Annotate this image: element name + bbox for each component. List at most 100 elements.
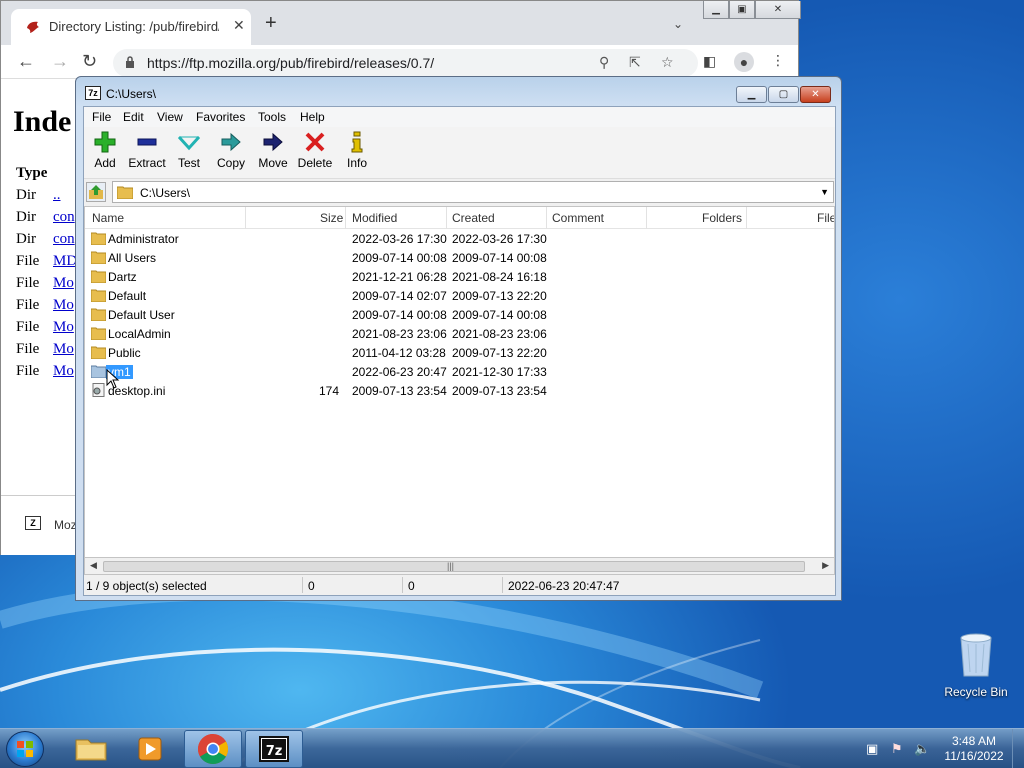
maximize-button[interactable]: ▢ [768,86,799,103]
listing-row: File Mo [16,319,74,335]
taskbar-7zip[interactable]: 7z [245,730,303,768]
horizontal-scrollbar[interactable]: ◀ ||| ▶ [84,558,835,575]
back-icon[interactable]: ← [17,52,35,70]
file-row[interactable]: vm1 2022-06-23 20:47 2021-12-30 17:33 [85,362,834,381]
address-bar[interactable]: https://ftp.mozilla.org/pub/firebird/rel… [113,49,698,77]
file-modified: 2022-06-23 20:47 [352,365,447,379]
close-button[interactable]: ✕ [800,86,831,103]
search-icon[interactable]: ⚲ [599,54,609,71]
listing-link[interactable]: con [53,231,75,248]
delete-button[interactable]: Delete [293,131,337,170]
file-modified: 2011-04-12 03:28 [352,346,446,360]
start-button[interactable] [6,731,44,767]
close-button[interactable]: ✕ [755,1,801,19]
chrome-icon [197,734,229,765]
file-row[interactable]: All Users 2009-07-14 00:08 2009-07-14 00:0… [85,248,834,267]
listing-row: File Mo [16,341,74,357]
col-created[interactable]: Created [452,211,495,227]
menu-tools[interactable]: Tools [258,110,286,124]
test-check-icon [178,135,200,151]
listing-link[interactable]: Mo [53,275,74,292]
menu-dots-icon[interactable]: ⋮ [771,52,785,69]
status-selected: 1 / 9 object(s) selected [86,579,207,593]
side-panel-icon[interactable]: ◧ [703,53,716,70]
taskbar-explorer[interactable] [62,730,120,768]
listing-link[interactable]: .. [53,187,61,204]
toolbar: Add Extract Test Copy Move Delete Info [84,127,835,179]
tab-title: Directory Listing: /pub/firebird/re [49,19,219,34]
scroll-left-icon[interactable]: ◀ [90,560,97,571]
add-icon [94,131,116,153]
extract-button[interactable]: Extract [125,131,169,170]
add-button[interactable]: Add [83,131,127,170]
tab-search-chevron-icon[interactable]: ⌄ [673,17,683,31]
action-center-flag-icon[interactable]: ⚑ [891,741,903,757]
move-button[interactable]: Move [251,131,295,170]
recycle-bin[interactable]: Recycle Bin [940,630,1012,699]
bookmark-star-icon[interactable]: ☆ [661,54,674,71]
network-icon[interactable]: ▣ [866,741,878,757]
listing-link[interactable]: Mo [53,341,74,358]
menu-file[interactable]: File [92,110,111,124]
media-player-icon [138,737,162,761]
show-desktop-button[interactable] [1012,729,1024,768]
listing-link[interactable]: Mo [53,319,74,336]
file-row[interactable]: Dartz 2021-12-21 06:28 2021-08-24 16:18 [85,267,834,286]
col-name[interactable]: Name [92,211,124,227]
col-comment[interactable]: Comment [552,211,604,227]
menu-favorites[interactable]: Favorites [196,110,245,124]
dropdown-arrow-icon[interactable]: ▼ [820,187,829,197]
menu-bar: File Edit View Favorites Tools Help [84,107,835,127]
windows-logo-icon [17,741,33,757]
file-created: 2009-07-14 00:08 [452,251,547,265]
status-bar: 1 / 9 object(s) selected 0 0 2022-06-23 … [84,575,835,595]
share-icon[interactable]: ⇱ [629,54,641,71]
file-modified: 2009-07-14 00:08 [352,308,447,322]
minimize-button[interactable]: ▁ [736,86,767,103]
new-tab-button[interactable]: + [265,13,277,33]
path-input[interactable]: C:\Users\ ▼ [112,181,834,203]
file-row[interactable]: LocalAdmin 2021-08-23 23:06 2021-08-23 23:… [85,324,834,343]
col-files[interactable]: File [817,211,834,227]
col-modified[interactable]: Modified [352,211,397,227]
browser-tab[interactable]: Directory Listing: /pub/firebird/re ✕ [11,9,251,45]
volume-icon[interactable]: 🔈 [914,741,930,757]
tab-close-icon[interactable]: ✕ [233,17,245,34]
up-folder-button[interactable] [86,182,106,202]
clock-date: 11/16/2022 [944,749,1004,763]
col-size[interactable]: Size [320,211,343,227]
file-row[interactable]: Default 2009-07-14 02:07 2009-07-13 22:20 [85,286,834,305]
forward-icon[interactable]: → [51,52,69,70]
listing-link[interactable]: Mo [53,363,74,380]
file-row[interactable]: desktop.ini 174 2009-07-13 23:54 2009-07-13… [85,381,834,400]
7zip-titlebar[interactable]: 7z C:\Users\ ▁ ▢ ✕ [76,77,841,107]
file-row[interactable]: Public 2011-04-12 03:28 2009-07-13 22:20 [85,343,834,362]
menu-help[interactable]: Help [300,110,325,124]
file-row[interactable]: Default User 2009-07-14 00:08 2009-07-14 0… [85,305,834,324]
folder-icon [91,327,106,340]
file-row[interactable]: Administrator 2022-03-26 17:30 2022-03-26 … [85,229,834,248]
menu-edit[interactable]: Edit [123,110,144,124]
listing-link[interactable]: MD [53,253,77,270]
file-list: Name Size Modified Created Comment Folde… [84,206,835,558]
menu-view[interactable]: View [157,110,183,124]
clock[interactable]: 3:48 AM 11/16/2022 [936,734,1012,764]
profile-avatar-icon[interactable]: ● [734,52,754,72]
copy-arrow-icon [221,132,241,152]
listing-link[interactable]: con [53,209,75,226]
listing-link[interactable]: Mo [53,297,74,314]
taskbar-chrome[interactable] [184,730,242,768]
reload-icon[interactable]: ↻ [82,52,97,70]
chrome-window-controls: ▁ ▣ ✕ [703,1,801,20]
listing-row: Dir.. [16,187,61,203]
col-folders[interactable]: Folders [702,211,742,227]
restore-button[interactable]: ▣ [729,1,755,19]
scroll-right-icon[interactable]: ▶ [822,560,829,571]
status-date: 2022-06-23 20:47:47 [508,579,620,593]
copy-button[interactable]: Copy [209,131,253,170]
up-arrow-icon [89,185,103,199]
test-button[interactable]: Test [167,131,211,170]
info-button[interactable]: Info [335,131,379,170]
taskbar-media-player[interactable] [122,730,180,768]
minimize-button[interactable]: ▁ [703,1,729,19]
